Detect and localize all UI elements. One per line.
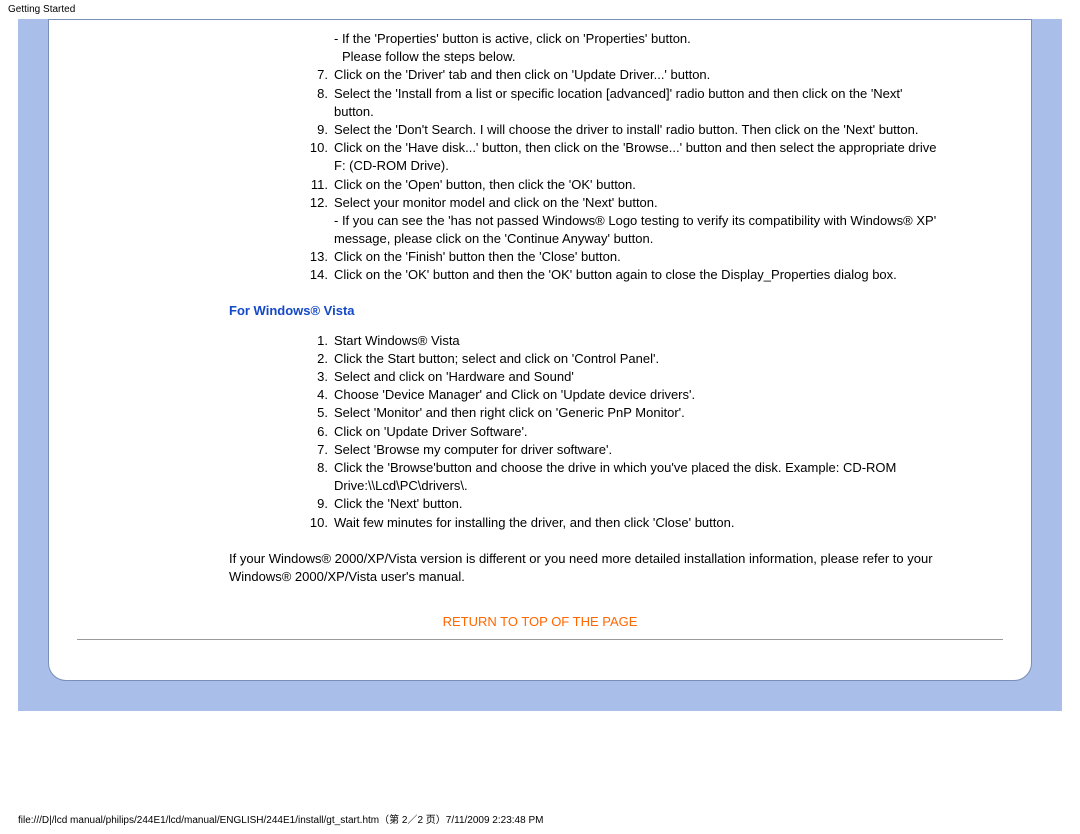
list-text: Select 'Monitor' and then right click on… xyxy=(334,405,685,420)
list-item: 2.Click the Start button; select and cli… xyxy=(334,350,941,368)
list-num: 5. xyxy=(304,404,328,422)
list-text: Wait few minutes for installing the driv… xyxy=(334,515,734,530)
list-item: 7.Select 'Browse my computer for driver … xyxy=(334,441,941,459)
content-panel: - If the 'Properties' button is active, … xyxy=(48,19,1032,681)
list-text: Select and click on 'Hardware and Sound' xyxy=(334,369,574,384)
xp-dash-note-2: - If you can see the 'has not passed Win… xyxy=(229,212,941,248)
list-text: Click the Start button; select and click… xyxy=(334,351,659,366)
list-item: 1.Start Windows® Vista xyxy=(334,332,941,350)
list-item: 8.Select the 'Install from a list or spe… xyxy=(334,85,941,121)
list-num: 8. xyxy=(304,459,328,477)
outer-panel: - If the 'Properties' button is active, … xyxy=(18,19,1062,711)
xp-dash-note-1b: Please follow the steps below. xyxy=(229,48,941,66)
list-num: 13. xyxy=(304,248,328,266)
list-text: Select the 'Don't Search. I will choose … xyxy=(334,122,918,137)
list-num: 1. xyxy=(304,332,328,350)
list-item: 14.Click on the 'OK' button and then the… xyxy=(334,266,941,284)
list-num: 10. xyxy=(304,514,328,532)
list-item: 13.Click on the 'Finish' button then the… xyxy=(334,248,941,266)
list-num: 3. xyxy=(304,368,328,386)
list-item: 6.Click on 'Update Driver Software'. xyxy=(334,423,941,441)
list-num: 2. xyxy=(304,350,328,368)
list-num: 9. xyxy=(304,495,328,513)
divider xyxy=(77,639,1003,640)
list-num: 7. xyxy=(304,66,328,84)
list-text: Click on the 'Driver' tab and then click… xyxy=(334,67,710,82)
list-text: Choose 'Device Manager' and Click on 'Up… xyxy=(334,387,695,402)
list-text: Click on the 'Have disk...' button, then… xyxy=(334,140,937,173)
page-header-label: Getting Started xyxy=(0,0,1080,19)
list-num: 8. xyxy=(304,85,328,103)
list-text: Click on the 'Finish' button then the 'C… xyxy=(334,249,621,264)
vista-steps: 1.Start Windows® Vista 2.Click the Start… xyxy=(304,332,941,532)
list-item: 12.Select your monitor model and click o… xyxy=(334,194,941,212)
list-text: Click the 'Browse'button and choose the … xyxy=(334,460,896,493)
list-item: 7.Click on the 'Driver' tab and then cli… xyxy=(334,66,941,84)
list-text: Click on 'Update Driver Software'. xyxy=(334,424,528,439)
list-text: Select the 'Install from a list or speci… xyxy=(334,86,903,119)
list-item: 4.Choose 'Device Manager' and Click on '… xyxy=(334,386,941,404)
list-item: 3.Select and click on 'Hardware and Soun… xyxy=(334,368,941,386)
list-num: 12. xyxy=(304,194,328,212)
list-num: 10. xyxy=(304,139,328,157)
xp-steps-7-12: 7. Click on the 'Driver' tab and then cli… xyxy=(304,66,941,212)
content-wrap: - If the 'Properties' button is active, … xyxy=(49,30,1031,586)
return-to-top-link[interactable]: RETURN TO TOP OF THE PAGE xyxy=(49,614,1031,629)
list-text: Start Windows® Vista xyxy=(334,333,460,348)
list-item: 8.Click the 'Browse'button and choose th… xyxy=(334,459,941,495)
list-item: 10.Wait few minutes for installing the d… xyxy=(334,514,941,532)
list-text: Select 'Browse my computer for driver so… xyxy=(334,442,612,457)
list-num: 14. xyxy=(304,266,328,284)
list-num: 4. xyxy=(304,386,328,404)
xp-steps-13-14: 13. Click on the 'Finish' button then the… xyxy=(304,248,941,284)
list-num: 9. xyxy=(304,121,328,139)
list-text: Click on the 'Open' button, then click t… xyxy=(334,177,636,192)
file-path-label: file:///D|/lcd manual/philips/244E1/lcd/… xyxy=(18,811,543,826)
list-num: 11. xyxy=(304,176,328,194)
list-text: Select your monitor model and click on t… xyxy=(334,195,658,210)
list-num: 6. xyxy=(304,423,328,441)
list-text: Click on the 'OK' button and then the 'O… xyxy=(334,267,897,282)
list-item: 5.Select 'Monitor' and then right click … xyxy=(334,404,941,422)
list-item: 9.Select the 'Don't Search. I will choos… xyxy=(334,121,941,139)
xp-dash-note-1: - If the 'Properties' button is active, … xyxy=(229,30,941,48)
vista-title: For Windows® Vista xyxy=(229,303,941,318)
footer-note: If your Windows® 2000/XP/Vista version i… xyxy=(229,550,941,586)
list-text: Click the 'Next' button. xyxy=(334,496,463,511)
list-item: 10.Click on the 'Have disk...' button, t… xyxy=(334,139,941,175)
list-item: 9.Click the 'Next' button. xyxy=(334,495,941,513)
list-num: 7. xyxy=(304,441,328,459)
list-item: 11.Click on the 'Open' button, then clic… xyxy=(334,176,941,194)
